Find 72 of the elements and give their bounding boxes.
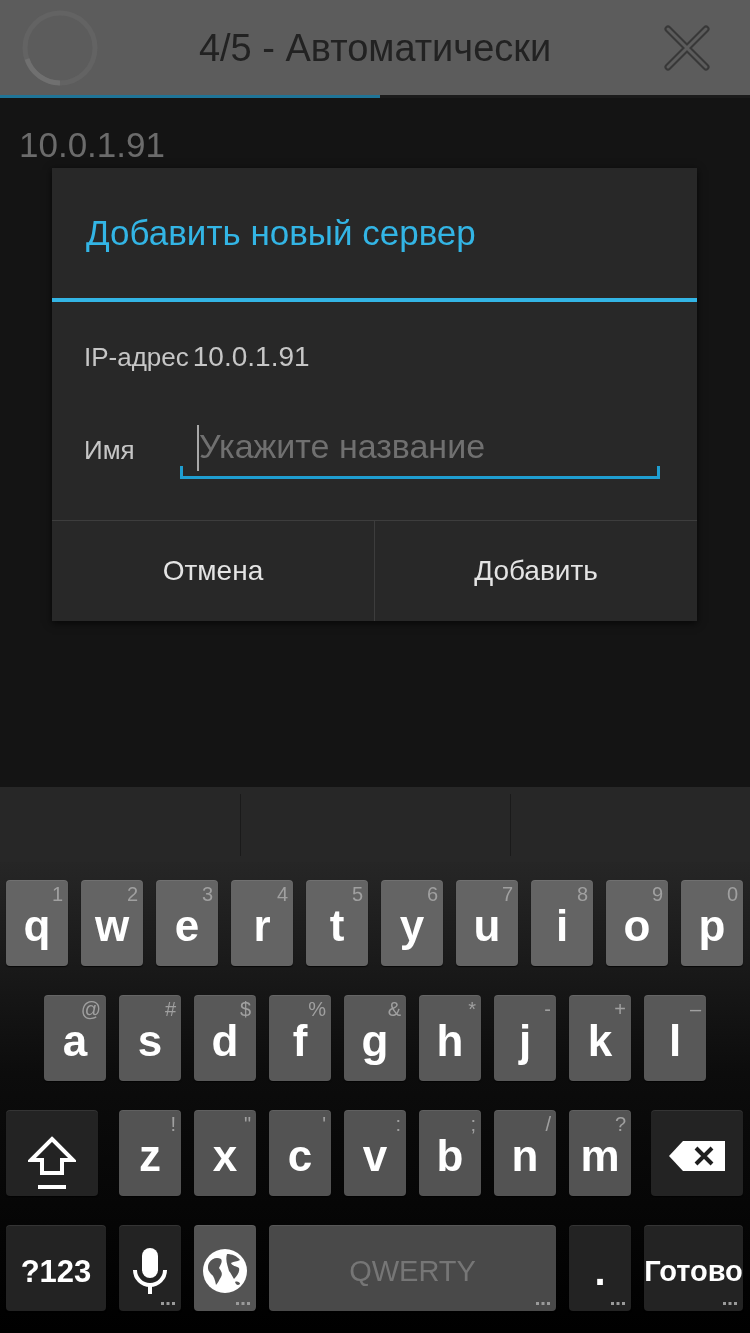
backspace-icon [669, 1141, 725, 1171]
key-hint: 5 [351, 884, 363, 904]
period-key[interactable]: . [569, 1225, 631, 1311]
key-hint: 7 [501, 884, 513, 904]
letter-key[interactable]: p 0 [681, 880, 743, 966]
key-hint: ' [322, 1114, 326, 1134]
key-hint: + [614, 999, 626, 1019]
letter-key[interactable]: u 7 [456, 880, 518, 966]
key-hint: % [308, 999, 326, 1019]
key-hint: * [468, 999, 476, 1019]
key-hint: 4 [276, 884, 288, 904]
symbols-key[interactable]: ?123 [6, 1225, 106, 1311]
key-hint: ? [614, 1114, 626, 1134]
key-hint: # [164, 999, 176, 1019]
letter-key[interactable]: a @ [44, 995, 106, 1081]
voice-input-key[interactable] [119, 1225, 181, 1311]
letter-key[interactable]: j - [494, 995, 556, 1081]
letter-key[interactable]: k + [569, 995, 631, 1081]
text-cursor-icon [197, 425, 199, 471]
letter-key[interactable]: t 5 [306, 880, 368, 966]
letter-key[interactable]: g & [344, 995, 406, 1081]
letter-key[interactable]: n / [494, 1110, 556, 1196]
shift-key[interactable] [6, 1110, 98, 1196]
dialog-button[interactable]: Добавить [374, 521, 697, 621]
letter-key[interactable]: b ; [419, 1110, 481, 1196]
dialog-title: Добавить новый сервер [85, 212, 477, 254]
key-hint: 3 [201, 884, 213, 904]
letter-key[interactable]: y 6 [381, 880, 443, 966]
key-hint: 9 [651, 884, 663, 904]
letter-key[interactable]: r 4 [231, 880, 293, 966]
done-key[interactable]: Готово [644, 1225, 743, 1311]
close-icon [664, 24, 710, 71]
letter-key[interactable]: x " [194, 1110, 256, 1196]
key-hint: 6 [426, 884, 438, 904]
shift-icon [28, 1136, 76, 1190]
letter-key[interactable]: c ' [269, 1110, 331, 1196]
backspace-key[interactable] [651, 1110, 743, 1196]
language-key[interactable] [194, 1225, 256, 1311]
screen-title: 4/5 - Автоматически [198, 28, 552, 67]
letter-key[interactable]: w 2 [81, 880, 143, 966]
letter-key[interactable]: q 1 [6, 880, 68, 966]
key-hint: : [395, 1114, 401, 1134]
letter-key[interactable]: o 9 [606, 880, 668, 966]
field-label: Имя [84, 437, 135, 463]
field-value: 10.0.1.91 [192, 343, 310, 371]
key-hint: $ [239, 999, 251, 1019]
letter-key[interactable]: z ! [119, 1110, 181, 1196]
key-hint: @ [80, 999, 101, 1019]
letter-key[interactable]: s # [119, 995, 181, 1081]
key-hint: ; [470, 1114, 476, 1134]
letter-key[interactable]: d $ [194, 995, 256, 1081]
letter-key[interactable]: f % [269, 995, 331, 1081]
letter-key[interactable]: l – [644, 995, 706, 1081]
letter-key[interactable]: m ? [569, 1110, 631, 1196]
key-hint: - [544, 999, 551, 1019]
letter-key[interactable]: i 8 [531, 880, 593, 966]
key-hint: 1 [51, 884, 63, 904]
letter-key[interactable]: v : [344, 1110, 406, 1196]
key-hint: 8 [576, 884, 588, 904]
key-hint: 2 [126, 884, 138, 904]
dialog-button[interactable]: Отмена [52, 521, 374, 621]
key-hint: – [689, 999, 701, 1019]
microphone-icon [133, 1248, 167, 1294]
key-hint: ! [170, 1114, 176, 1134]
key-hint: / [545, 1114, 551, 1134]
letter-key[interactable]: e 3 [156, 880, 218, 966]
key-hint: & [387, 999, 401, 1019]
key-hint: " [243, 1114, 251, 1134]
key-hint: 0 [726, 884, 738, 904]
globe-icon [203, 1249, 247, 1293]
field-label: IP-адрес [84, 344, 189, 370]
letter-key[interactable]: h * [419, 995, 481, 1081]
